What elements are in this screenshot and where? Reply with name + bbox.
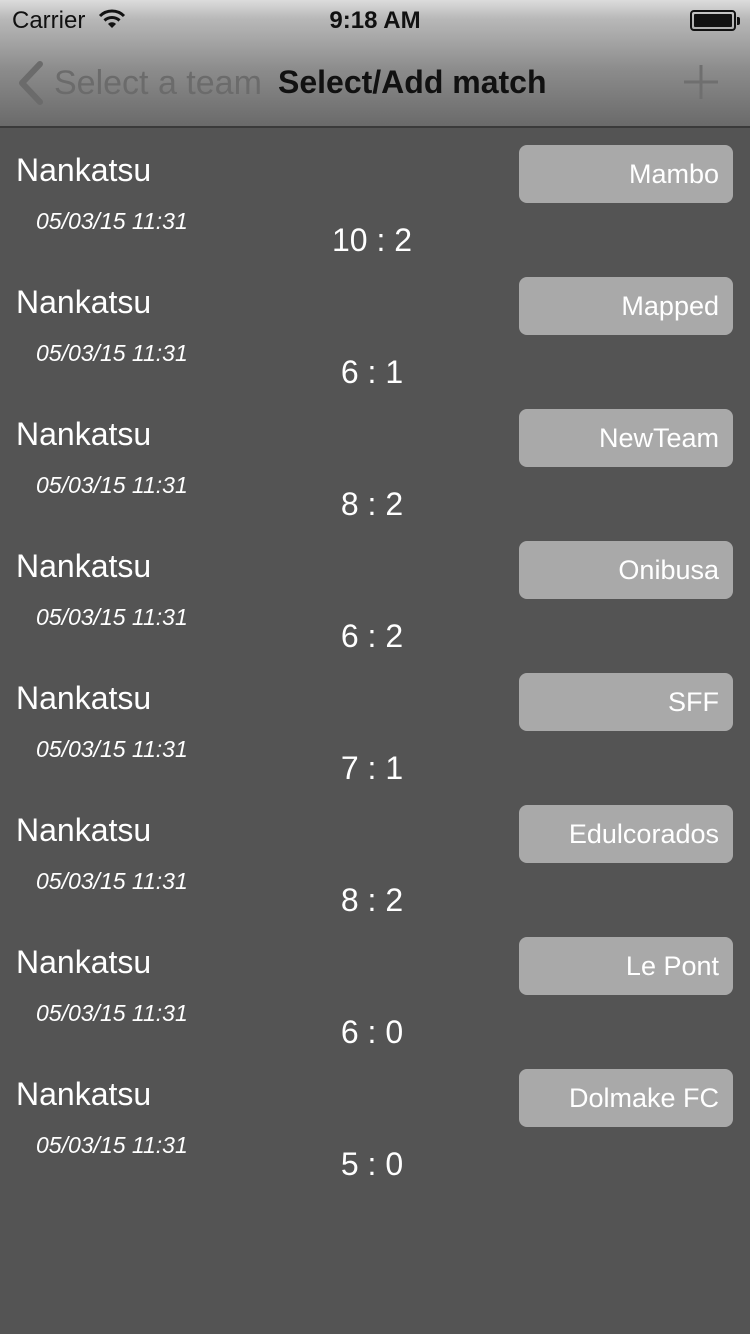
status-time: 9:18 AM: [329, 7, 421, 34]
match-row[interactable]: Nankatsu 05/03/15 11:31 5 : 0 Dolmake FC: [0, 1054, 750, 1186]
team-name: Nankatsu: [16, 944, 152, 980]
match-score: 6 : 0: [340, 1014, 404, 1050]
team-name: Nankatsu: [16, 1076, 152, 1112]
match-date: 05/03/15 11:31: [36, 1000, 188, 1026]
match-date: 05/03/15 11:31: [36, 1132, 188, 1158]
team-name: Nankatsu: [16, 284, 152, 320]
chevron-left-icon[interactable]: [16, 60, 44, 106]
match-row[interactable]: Nankatsu 05/03/15 11:31 6 : 0 Le Pont: [0, 922, 750, 1054]
match-date: 05/03/15 11:31: [36, 340, 188, 366]
match-date: 05/03/15 11:31: [36, 604, 188, 630]
team-name: Nankatsu: [16, 680, 152, 716]
team-name: Nankatsu: [16, 812, 152, 848]
match-date: 05/03/15 11:31: [36, 868, 188, 894]
match-row[interactable]: Nankatsu 05/03/15 11:31 10 : 2 Mambo: [0, 130, 750, 262]
team-name: Nankatsu: [16, 152, 152, 188]
match-score: 6 : 2: [340, 618, 404, 654]
match-row[interactable]: Nankatsu 05/03/15 11:31 8 : 2 Edulcorado…: [0, 790, 750, 922]
match-row[interactable]: Nankatsu 05/03/15 11:31 6 : 1 Mapped: [0, 262, 750, 394]
status-bar: Carrier 9:18 AM: [0, 0, 750, 40]
match-date: 05/03/15 11:31: [36, 472, 188, 498]
opponent-button[interactable]: SFF: [519, 673, 733, 731]
match-row[interactable]: Nankatsu 05/03/15 11:31 8 : 2 NewTeam: [0, 394, 750, 526]
team-name: Nankatsu: [16, 548, 152, 584]
match-score: 10 : 2: [331, 222, 413, 258]
match-score: 6 : 1: [340, 354, 404, 390]
match-score: 8 : 2: [340, 882, 404, 918]
top-bar: Carrier 9:18 AM Select a team Select/Add…: [0, 0, 750, 128]
match-score: 7 : 1: [340, 750, 404, 786]
match-date: 05/03/15 11:31: [36, 208, 188, 234]
match-row[interactable]: Nankatsu 05/03/15 11:31 6 : 2 Onibusa: [0, 526, 750, 658]
match-row[interactable]: Nankatsu 05/03/15 11:31 7 : 1 SFF: [0, 658, 750, 790]
match-date: 05/03/15 11:31: [36, 736, 188, 762]
opponent-button[interactable]: Dolmake FC: [519, 1069, 733, 1127]
opponent-button[interactable]: Mapped: [519, 277, 733, 335]
plus-icon[interactable]: [682, 63, 720, 101]
match-score: 8 : 2: [340, 486, 404, 522]
opponent-button[interactable]: Le Pont: [519, 937, 733, 995]
match-score: 5 : 0: [340, 1146, 404, 1182]
opponent-button[interactable]: Mambo: [519, 145, 733, 203]
opponent-button[interactable]: Onibusa: [519, 541, 733, 599]
battery-icon: [690, 10, 740, 31]
team-name: Nankatsu: [16, 416, 152, 452]
page-title: Select/Add match: [278, 64, 547, 100]
opponent-button[interactable]: NewTeam: [519, 409, 733, 467]
opponent-button[interactable]: Edulcorados: [519, 805, 733, 863]
back-button[interactable]: Select a team: [54, 64, 262, 103]
match-list: Nankatsu 05/03/15 11:31 10 : 2 Mambo Nan…: [0, 130, 750, 1186]
